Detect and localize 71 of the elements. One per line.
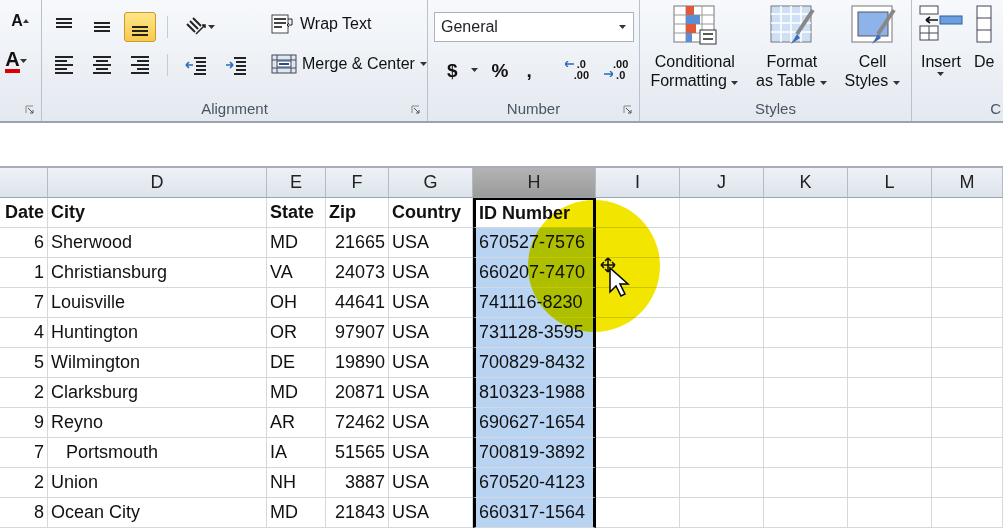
percent-button[interactable]: %: [486, 57, 514, 83]
align-left-icon: [55, 56, 73, 74]
column-header[interactable]: D: [48, 168, 267, 198]
table-cell: 660317-1564: [473, 498, 596, 528]
group-label: C: [990, 98, 1001, 119]
column-header[interactable]: I: [596, 168, 680, 198]
cursor-icon: [598, 256, 632, 298]
table-cell: Ocean City: [48, 498, 267, 528]
caret-icon: [470, 67, 479, 73]
column-header[interactable]: L: [848, 168, 932, 198]
align-bottom-button[interactable]: [124, 12, 156, 42]
delete-cells-icon: [975, 4, 994, 44]
dialog-launcher-icon: [25, 105, 35, 115]
column-header[interactable]: M: [932, 168, 1003, 198]
align-bottom-icon: [132, 26, 148, 36]
align-center-icon: [93, 56, 111, 74]
arrow-icon: [604, 71, 614, 77]
merge-center-button[interactable]: Merge & Center: [267, 50, 432, 78]
caret-icon: [819, 80, 828, 86]
comma-style-button[interactable]: ,: [521, 57, 537, 83]
increase-decimal-button[interactable]: .0 .00: [562, 56, 595, 84]
group-label: Styles: [755, 98, 796, 119]
table-cell: 810323-1988: [473, 378, 596, 408]
outdent-icon: [184, 54, 208, 76]
bar-chart-grid-icon: [671, 4, 718, 46]
column-header[interactable]: F: [326, 168, 389, 198]
wrap-text-icon: [271, 13, 295, 35]
table-brush-icon: [849, 4, 896, 46]
grow-font-button[interactable]: A: [0, 10, 41, 32]
decrease-decimal-button[interactable]: .00 .0: [602, 56, 634, 84]
caret-icon: [892, 80, 901, 86]
arrow-icon: [564, 61, 574, 67]
table-cell: 8: [0, 498, 48, 528]
wrap-text-button[interactable]: Wrap Text: [267, 10, 432, 38]
table-cell: 21843: [326, 498, 389, 528]
column-header[interactable]: E: [267, 168, 326, 198]
caret-icon: [22, 18, 30, 24]
table-cell: 700819-3892: [473, 438, 596, 468]
cell-styles-button[interactable]: Cell Styles: [840, 4, 905, 97]
group-label: Number: [506, 98, 561, 119]
table-cell: 690627-1654: [473, 408, 596, 438]
dialog-launcher-icon: [411, 105, 421, 115]
table-cell: 700829-8432: [473, 348, 596, 378]
caret-icon: [937, 71, 945, 77]
delete-button[interactable]: De: [970, 4, 999, 97]
merge-cells-icon: [271, 53, 297, 75]
align-middle-icon: [94, 22, 110, 32]
caret-icon: [19, 58, 28, 64]
insert-button[interactable]: Insert: [914, 4, 968, 97]
group-label: Alignment: [201, 98, 268, 119]
column-header[interactable]: K: [764, 168, 848, 198]
font-color-button[interactable]: A: [0, 46, 41, 76]
table-brush-icon: [768, 4, 815, 46]
caret-icon: [619, 24, 627, 30]
insert-cells-icon: [918, 4, 964, 44]
dialog-launcher-icon: [623, 105, 633, 115]
format-as-table-button[interactable]: Format as Table: [752, 4, 832, 97]
caret-icon: [208, 24, 216, 30]
column-header[interactable]: J: [680, 168, 764, 198]
table-cell: 670520-4123: [473, 468, 596, 498]
caret-icon: [419, 61, 428, 67]
table-cell: MD: [267, 498, 326, 528]
currency-button[interactable]: $: [442, 57, 463, 83]
conditional-formatting-button[interactable]: Conditional Formatting: [646, 4, 744, 97]
caret-icon: [731, 80, 740, 86]
number-format-dropdown[interactable]: General: [434, 12, 634, 42]
column-header[interactable]: H: [473, 168, 596, 198]
column-header[interactable]: G: [389, 168, 473, 198]
indent-icon: [224, 54, 248, 76]
align-top-icon: [56, 18, 72, 28]
align-right-icon: [131, 56, 149, 74]
